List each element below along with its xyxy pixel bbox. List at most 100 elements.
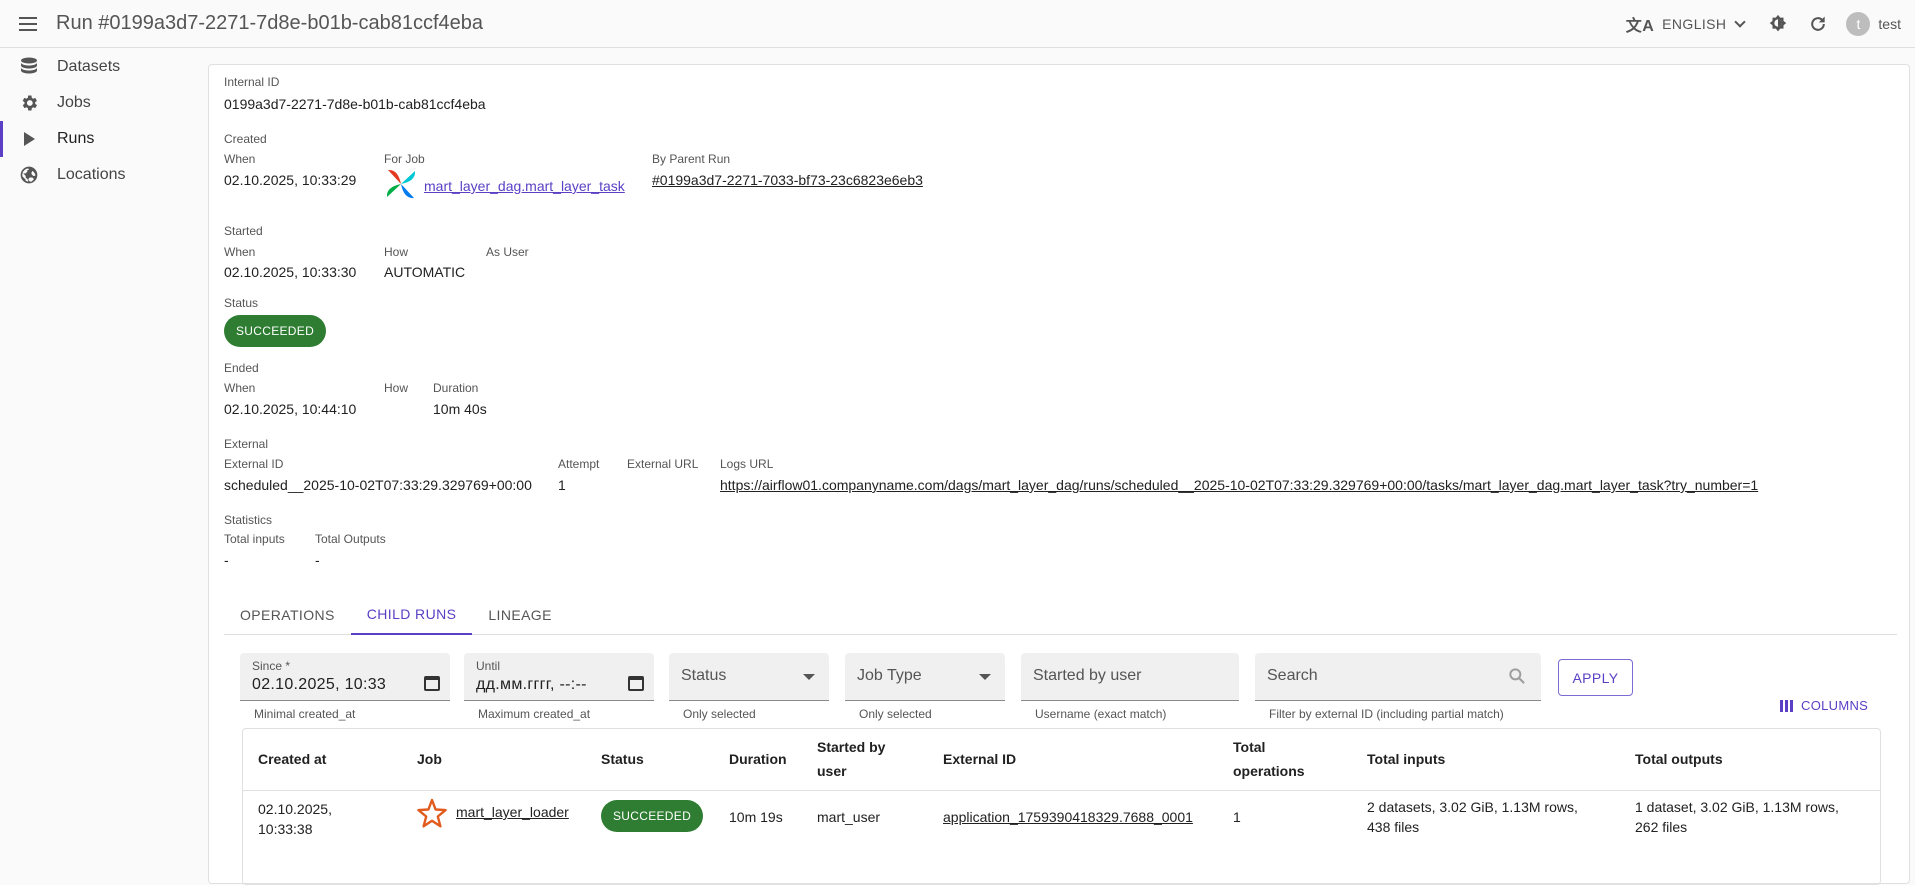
child-runs-table: Created at Job Status Duration Started b…	[242, 728, 1881, 885]
search-input[interactable]: Search	[1255, 653, 1541, 701]
job-type-helper: Only selected	[859, 707, 932, 721]
for-job-link[interactable]: mart_layer_dag.mart_layer_task	[424, 178, 625, 194]
external-id-label: External ID	[224, 457, 284, 471]
column-header[interactable]: Total inputs	[1367, 747, 1445, 771]
external-url-label: External URL	[627, 457, 699, 471]
ended-when-label: When	[224, 381, 256, 395]
cell-total-operations: 1	[1233, 809, 1241, 825]
tab-child-runs[interactable]: CHILD RUNS	[350, 595, 473, 635]
apply-button[interactable]: APPLY	[1558, 659, 1633, 696]
calendar-icon[interactable]	[628, 676, 644, 691]
page-title: Run #0199a3d7-2271-7d8e-b01b-cab81ccf4eb…	[56, 12, 484, 34]
refresh-button[interactable]	[1806, 12, 1830, 36]
theme-toggle-button[interactable]	[1766, 12, 1790, 36]
attempt-label: Attempt	[558, 457, 600, 471]
statistics-section-title: Statistics	[224, 513, 273, 527]
column-header[interactable]: Started by user	[817, 735, 907, 783]
brightness-icon	[1770, 14, 1787, 31]
tab-operations[interactable]: OPERATIONS	[224, 595, 351, 635]
run-tabs: OPERATIONS CHILD RUNS LINEAGE	[224, 595, 1897, 635]
header-divider	[243, 790, 1880, 791]
until-input[interactable]: Until дд.мм.гггг, --:--	[464, 653, 654, 701]
started-as-user-label: As User	[486, 245, 529, 259]
created-when-label: When	[224, 152, 256, 166]
gear-icon	[18, 92, 40, 114]
search-icon	[1507, 666, 1527, 691]
tab-lineage[interactable]: LINEAGE	[472, 595, 568, 635]
parent-run-link[interactable]: #0199a3d7-2271-7033-bf73-23c6823e6eb3	[652, 172, 923, 188]
status-badge: SUCCEEDED	[601, 800, 704, 832]
column-header[interactable]: Status	[601, 747, 644, 771]
cell-external-id-link[interactable]: application_1759390418329.7688_0001	[943, 807, 1193, 827]
status-placeholder: Status	[681, 667, 727, 684]
status-label: Status	[224, 296, 259, 310]
started-section-title: Started	[224, 224, 263, 238]
calendar-icon[interactable]	[424, 676, 440, 691]
ended-how-label: How	[384, 381, 409, 395]
since-helper: Minimal created_at	[254, 707, 356, 721]
until-helper: Maximum created_at	[478, 707, 591, 721]
column-header[interactable]: External ID	[943, 747, 1016, 771]
sidebar-item-label: Jobs	[57, 94, 91, 111]
columns-label: COLUMNS	[1801, 698, 1869, 713]
external-section-title: External	[224, 437, 269, 451]
job-type-select[interactable]: Job Type	[845, 653, 1005, 701]
total-outputs-label: Total Outputs	[315, 532, 386, 546]
logs-url-link[interactable]: https://airflow01.companyname.com/dags/m…	[720, 477, 1758, 493]
cell-total-inputs: 2 datasets, 3.02 GiB, 1.13M rows, 438 fi…	[1367, 799, 1578, 835]
sidebar-item-datasets[interactable]: Datasets	[0, 49, 200, 85]
started-by-user-placeholder: Started by user	[1033, 667, 1142, 684]
duration-label: Duration	[433, 381, 479, 395]
external-id-value: scheduled__2025-10-02T07:33:29.329769+00…	[224, 477, 532, 493]
total-inputs-label: Total inputs	[224, 532, 285, 546]
database-icon	[18, 56, 40, 78]
language-selector[interactable]: 文A ENGLISH	[1625, 12, 1747, 36]
ended-section-title: Ended	[224, 361, 259, 375]
logs-url-label: Logs URL	[720, 457, 774, 471]
column-header[interactable]: Total operations	[1233, 735, 1313, 783]
sidebar-item-label: Locations	[57, 166, 126, 183]
since-value: 02.10.2025, 10:33	[252, 676, 387, 693]
sidebar-item-label: Runs	[57, 130, 95, 147]
app-bar-actions: 文A ENGLISH t test	[1625, 11, 1901, 36]
until-value: дд.мм.гггг, --:--	[476, 676, 587, 693]
spark-star-icon	[415, 797, 449, 836]
columns-icon	[1780, 699, 1793, 712]
refresh-icon	[1811, 16, 1826, 31]
attempt-value: 1	[558, 477, 566, 493]
column-header[interactable]: Created at	[258, 747, 326, 771]
parent-run-label: By Parent Run	[652, 152, 731, 166]
started-how-label: How	[384, 245, 409, 259]
cell-job-link[interactable]: mart_layer_loader	[456, 802, 569, 822]
user-name[interactable]: test	[1878, 16, 1901, 32]
since-input[interactable]: Since * 02.10.2025, 10:33	[240, 653, 450, 701]
column-header[interactable]: Duration	[729, 747, 787, 771]
since-label: Since *	[252, 659, 291, 673]
menu-icon[interactable]	[16, 12, 40, 36]
total-outputs-value: -	[315, 552, 320, 568]
column-header[interactable]: Total outputs	[1635, 747, 1723, 771]
sidebar-item-locations[interactable]: Locations	[0, 157, 200, 193]
for-job-label: For Job	[384, 152, 425, 166]
translate-icon: 文A	[1625, 17, 1655, 35]
airflow-logo-icon	[384, 167, 418, 206]
status-select[interactable]: Status	[669, 653, 829, 701]
started-by-user-helper: Username (exact match)	[1035, 707, 1167, 721]
sidebar-item-jobs[interactable]: Jobs	[0, 85, 200, 121]
duration-value: 10m 40s	[433, 401, 487, 417]
app-bar: Run #0199a3d7-2271-7d8e-b01b-cab81ccf4eb…	[0, 0, 1915, 48]
status-badge: SUCCEEDED	[224, 315, 327, 347]
cell-started-by: mart_user	[817, 809, 881, 825]
started-how-value: AUTOMATIC	[384, 264, 466, 280]
run-details-card: Internal ID 0199a3d7-2271-7d8e-b01b-cab8…	[208, 64, 1910, 885]
sidebar-item-runs[interactable]: Runs	[0, 121, 200, 157]
columns-button[interactable]: COLUMNS	[1780, 698, 1868, 713]
column-header[interactable]: Job	[417, 747, 442, 771]
search-helper: Filter by external ID (including partial…	[1269, 707, 1504, 721]
status-helper: Only selected	[683, 707, 756, 721]
caret-down-icon	[803, 674, 815, 680]
cell-total-outputs: 1 dataset, 3.02 GiB, 1.13M rows, 262 fil…	[1635, 799, 1839, 835]
started-by-user-input[interactable]: Started by user	[1021, 653, 1239, 701]
avatar[interactable]: t	[1846, 11, 1871, 36]
cell-created-at: 02.10.2025, 10:33:38	[258, 801, 332, 837]
